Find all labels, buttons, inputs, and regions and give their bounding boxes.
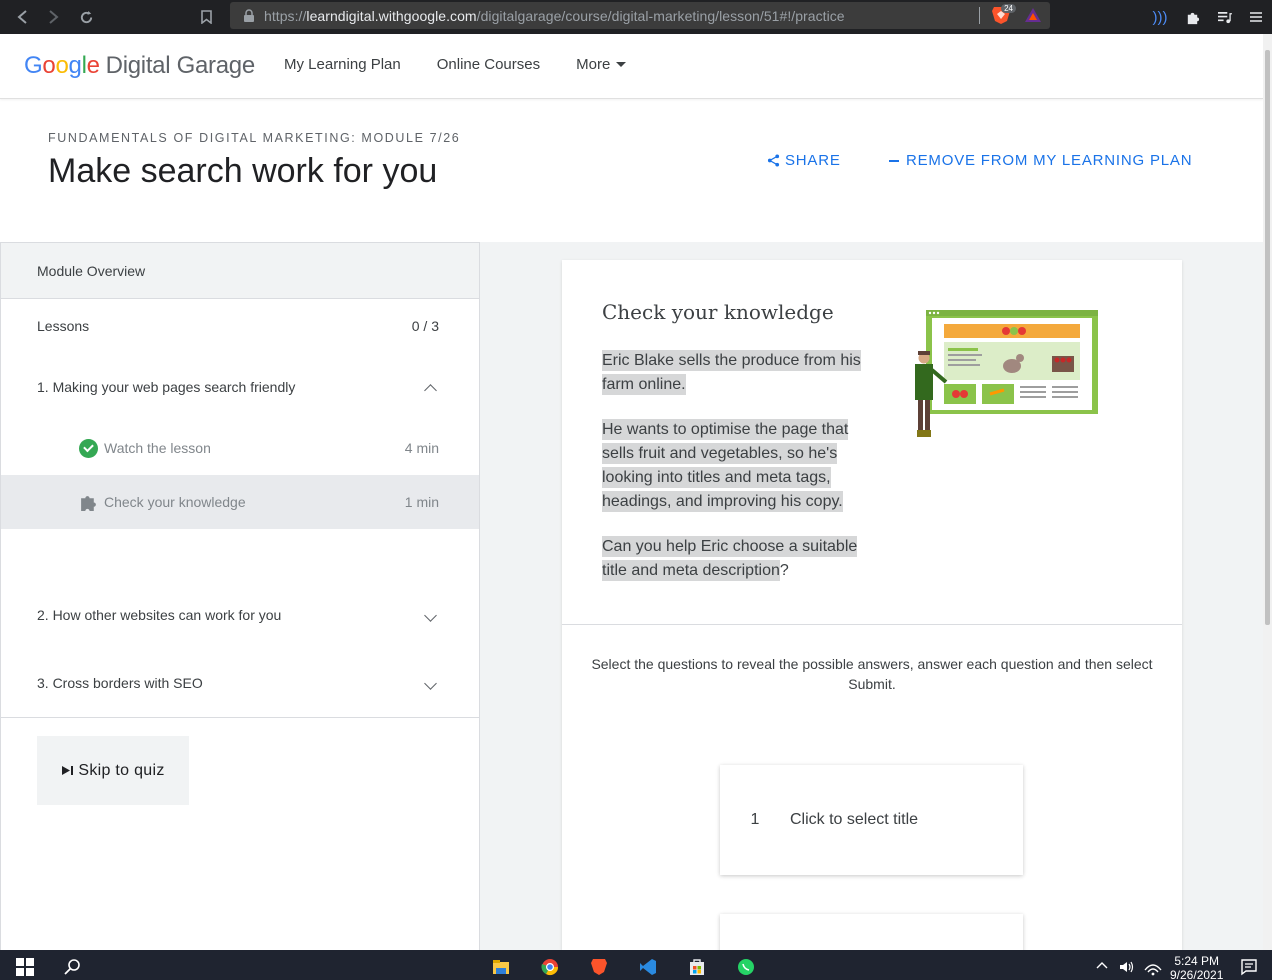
wallet-icon[interactable]: ))) (1144, 2, 1176, 32)
share-icon (767, 154, 780, 167)
browser-toolbar: https://learndigital.withgoogle.com/digi… (0, 0, 1272, 34)
bookmark-icon[interactable] (190, 2, 222, 32)
brave-browser-icon[interactable] (590, 958, 608, 976)
skip-to-quiz-button[interactable]: Skip to quiz (37, 736, 189, 805)
skip-label: Skip to quiz (78, 761, 165, 779)
lessons-count: 0 / 3 (411, 318, 439, 334)
windows-start-icon[interactable] (16, 958, 34, 976)
chrome-icon[interactable] (541, 958, 559, 976)
caret-down-icon (616, 62, 627, 67)
scenario-text: He wants to optimise the page that sells… (602, 419, 849, 512)
whatsapp-icon[interactable] (737, 958, 755, 976)
nav-my-learning-plan[interactable]: My Learning Plan (284, 56, 401, 73)
module-eyebrow: FUNDAMENTALS OF DIGITAL MARKETING: MODUL… (48, 131, 461, 145)
file-explorer-icon[interactable] (492, 958, 510, 976)
module-sidebar: Module Overview Lessons 0 / 3 1. Making … (0, 242, 480, 950)
notification-icon[interactable] (1240, 958, 1258, 976)
remove-from-plan-button[interactable]: REMOVE FROM MY LEARNING PLAN (889, 152, 1192, 169)
brave-shield-count: 24 (1001, 4, 1016, 13)
clock-date: 9/26/2021 (1170, 968, 1224, 980)
address-bar[interactable]: https://learndigital.withgoogle.com/digi… (230, 2, 1050, 29)
section-1-title: 1. Making your web pages search friendly (37, 379, 296, 395)
volume-icon[interactable] (1118, 958, 1136, 976)
lock-icon (244, 8, 254, 22)
question-1-selector[interactable]: 1 Click to select title (720, 765, 1023, 875)
microsoft-store-icon[interactable] (688, 958, 706, 976)
lesson-item-label: Check your knowledge (104, 494, 246, 510)
share-button[interactable]: SHARE (767, 152, 841, 169)
nav-more-dropdown[interactable]: More (576, 56, 627, 73)
url-text: https://learndigital.withgoogle.com/digi… (264, 7, 845, 24)
chevron-down-icon (424, 676, 437, 690)
lesson-duration: 4 min (404, 440, 439, 456)
scenario-paragraph-2: He wants to optimise the page that sells… (602, 418, 864, 514)
lesson-item-label: Watch the lesson (104, 440, 211, 456)
lesson-item-check-knowledge[interactable]: Check your knowledge 1 min (1, 475, 479, 529)
nav-online-courses[interactable]: Online Courses (437, 56, 540, 73)
nav-more-label: More (576, 56, 611, 73)
question-2-selector[interactable] (720, 914, 1023, 954)
section-3-title: 3. Cross borders with SEO (37, 675, 203, 691)
lessons-label: Lessons (37, 318, 90, 334)
lessons-header: Lessons 0 / 3 (1, 299, 479, 353)
knowledge-check-card: Check your knowledge Eric Blake sells th… (562, 260, 1182, 954)
lesson-duration: 1 min (404, 494, 439, 510)
chevron-down-icon (424, 608, 437, 622)
quiz-instructions: Select the questions to reveal the possi… (591, 656, 1153, 692)
skip-next-icon (62, 766, 74, 775)
taskbar-clock[interactable]: 5:24 PM 9/26/2021 (1170, 954, 1223, 980)
wifi-icon[interactable] (1144, 958, 1162, 976)
check-circle-icon (79, 438, 98, 458)
scenario-text-tail: ? (779, 562, 789, 579)
forward-icon[interactable] (38, 2, 70, 32)
extensions-area: ))) (1144, 0, 1272, 34)
scenario-text: Can you help Eric choose a suitable titl… (602, 536, 858, 581)
sidebar-divider (1, 717, 479, 718)
lesson-item-watch[interactable]: Watch the lesson 4 min (1, 421, 479, 475)
scenario-paragraph-1: Eric Blake sells the produce from his fa… (602, 349, 864, 397)
minus-icon (889, 159, 899, 162)
puzzle-icon (81, 495, 96, 511)
main-nav: My Learning Plan Online Courses More (284, 56, 627, 73)
search-icon[interactable] (64, 958, 82, 976)
google-digital-garage-logo[interactable]: Google Digital Garage (24, 52, 255, 80)
clock-time: 5:24 PM (1174, 954, 1220, 968)
page-title: Make search work for you (48, 152, 438, 190)
question-label: Click to select title (790, 811, 919, 828)
card-divider (562, 624, 1182, 625)
reload-icon[interactable] (70, 2, 102, 32)
remove-label: REMOVE FROM MY LEARNING PLAN (906, 152, 1193, 169)
card-title: Check your knowledge (602, 300, 834, 324)
scenario-text: Eric Blake sells the produce from his fa… (602, 350, 861, 395)
bat-rewards-icon[interactable] (1024, 7, 1042, 23)
question-number: 1 (750, 811, 760, 828)
farmer-website-illustration (915, 310, 1098, 437)
site-header: Google Digital Garage My Learning Plan On… (0, 34, 1263, 99)
chevron-up-icon (424, 383, 437, 397)
url-separator (979, 7, 980, 24)
extensions-puzzle-icon[interactable] (1176, 2, 1208, 32)
scrollbar-thumb[interactable] (1265, 50, 1270, 625)
section-3-toggle[interactable]: 3. Cross borders with SEO (1, 649, 479, 717)
tray-chevron-up-icon[interactable] (1096, 960, 1108, 972)
scenario-paragraph-3: Can you help Eric choose a suitable titl… (602, 535, 864, 583)
menu-icon[interactable] (1240, 2, 1272, 32)
windows-taskbar: 5:24 PM 9/26/2021 (0, 950, 1272, 980)
playlist-icon[interactable] (1208, 2, 1240, 32)
vscode-icon[interactable] (639, 958, 657, 976)
section-2-title: 2. How other websites can work for you (37, 607, 282, 623)
back-icon[interactable] (6, 2, 38, 32)
section-2-toggle[interactable]: 2. How other websites can work for you (1, 581, 479, 649)
module-overview-link[interactable]: Module Overview (1, 243, 479, 299)
share-label: SHARE (785, 152, 841, 169)
section-1-toggle[interactable]: 1. Making your web pages search friendly (1, 353, 479, 421)
